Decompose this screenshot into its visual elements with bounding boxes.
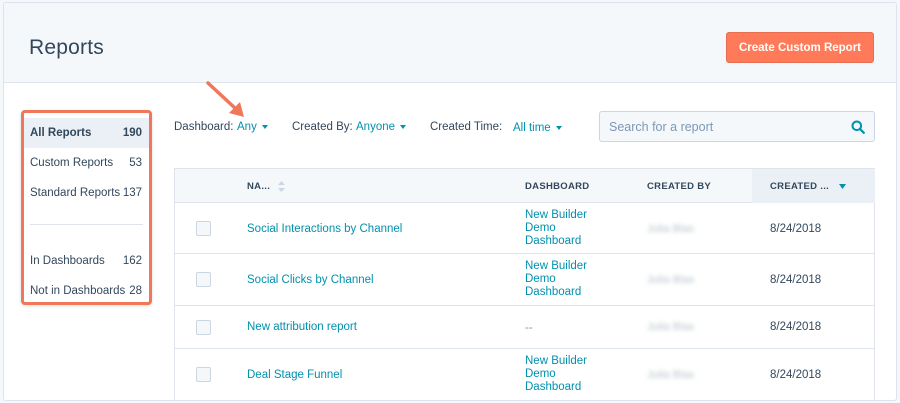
dashboard-name-line: Dashboard [525,381,582,393]
sidebar-item-count: 190 [122,127,142,139]
dashboard-link[interactable]: New Builder Demo Dashboard [525,355,587,394]
table-row: Social Clicks by Channel New Builder Dem… [175,254,874,306]
dashboard-name-line: New Builder [525,260,587,272]
dashboard-link[interactable]: New Builder Demo Dashboard [525,260,587,299]
sidebar-item-count: 137 [122,187,142,199]
column-header-dashboard[interactable]: DASHBOARD [525,169,589,203]
dashboard-filter-value: Any [237,121,257,133]
report-name-link[interactable]: New attribution report [247,321,357,333]
created-time-filter-label: Created Time: [430,121,503,133]
sidebar-item-label: Not in Dashboards [30,285,126,297]
sidebar-item-in-dashboards[interactable]: In Dashboards 162 [24,246,149,276]
row-checkbox[interactable] [196,272,211,287]
created-by-user: Julia Blas [647,223,695,235]
report-name-link[interactable]: Deal Stage Funnel [247,369,342,381]
search-input[interactable] [609,119,839,134]
created-by-user: Julia Blas [647,274,695,286]
created-by-user: Julia Blas [647,369,695,381]
sort-icon [278,180,286,192]
created-by-filter-dropdown[interactable]: Anyone [356,121,407,133]
table-row: Deal Stage Funnel New Builder Demo Dashb… [175,349,874,400]
sidebar-item-count: 28 [129,285,142,297]
dashboard-name-line: New Builder [525,209,587,221]
dashboard-link[interactable]: New Builder Demo Dashboard [525,209,587,248]
sidebar-divider [30,224,143,225]
sidebar-item-label: All Reports [30,127,92,139]
table-row: New attribution report -- Julia Blas 8/2… [175,306,874,349]
created-date: 8/24/2018 [770,274,822,286]
column-header-label: NA... [247,180,271,192]
sidebar-item-not-in-dashboards[interactable]: Not in Dashboards 28 [24,276,149,306]
created-date: 8/24/2018 [770,223,822,235]
created-date: 8/24/2018 [770,321,822,333]
sidebar-item-standard-reports[interactable]: Standard Reports 137 [24,178,149,208]
report-search [599,111,875,142]
column-header-created[interactable]: CREATED ... [752,169,875,203]
sidebar-item-label: In Dashboards [30,255,105,267]
dashboard-name-line: Demo [525,222,556,234]
search-icon[interactable] [851,120,865,134]
row-checkbox[interactable] [196,367,211,382]
dashboard-name-line: Dashboard [525,235,582,247]
sidebar-item-all-reports[interactable]: All Reports 190 [24,118,149,148]
column-header-name[interactable]: NA... [247,169,286,203]
row-checkbox[interactable] [196,320,211,335]
sidebar-item-label: Custom Reports [30,157,114,169]
dashboard-name-line: New Builder [525,355,587,367]
created-by-user: Julia Blas [647,321,695,333]
created-time-filter-dropdown[interactable]: All time [513,122,562,134]
report-name-link[interactable]: Social Interactions by Channel [247,223,402,235]
column-header-label: CREATED ... [770,180,830,192]
reports-table: NA... DASHBOARD CREATED BY CREATED ... S… [174,168,875,400]
app-frame: Reports Create Custom Report All Reports… [3,2,897,401]
caret-down-icon [400,124,407,129]
dashboard-name-line: Demo [525,273,556,285]
row-checkbox[interactable] [196,221,211,236]
created-time-filter-value: All time [513,122,551,134]
create-custom-report-button[interactable]: Create Custom Report [726,32,874,63]
dashboard-name-line: Dashboard [525,286,582,298]
sidebar-item-custom-reports[interactable]: Custom Reports 53 [24,148,149,178]
dashboard-filter-label: Dashboard: [174,121,234,133]
created-by-filter-value: Anyone [356,121,396,133]
dashboard-name-line: Demo [525,368,556,380]
sidebar-item-count: 162 [122,255,142,267]
table-header: NA... DASHBOARD CREATED BY CREATED ... [175,168,875,203]
page-header: Reports Create Custom Report [4,3,896,83]
sort-desc-icon [839,183,847,189]
sidebar-item-count: 53 [129,157,142,169]
caret-down-icon [261,124,268,129]
created-date: 8/24/2018 [770,369,822,381]
created-by-filter-label: Created By: [292,121,353,133]
dashboard-filter-dropdown[interactable]: Any [237,121,268,133]
sidebar-item-label: Standard Reports [30,187,121,199]
table-row: Social Interactions by Channel New Build… [175,203,874,254]
column-header-created-by[interactable]: CREATED BY [647,169,711,203]
report-filter-sidebar: All Reports 190 Custom Reports 53 Standa… [21,110,152,305]
report-name-link[interactable]: Social Clicks by Channel [247,274,374,286]
page-title: Reports [29,36,104,59]
dashboard-empty-value: -- [525,322,533,334]
annotation-arrow-icon [206,81,244,117]
caret-down-icon [555,125,562,130]
